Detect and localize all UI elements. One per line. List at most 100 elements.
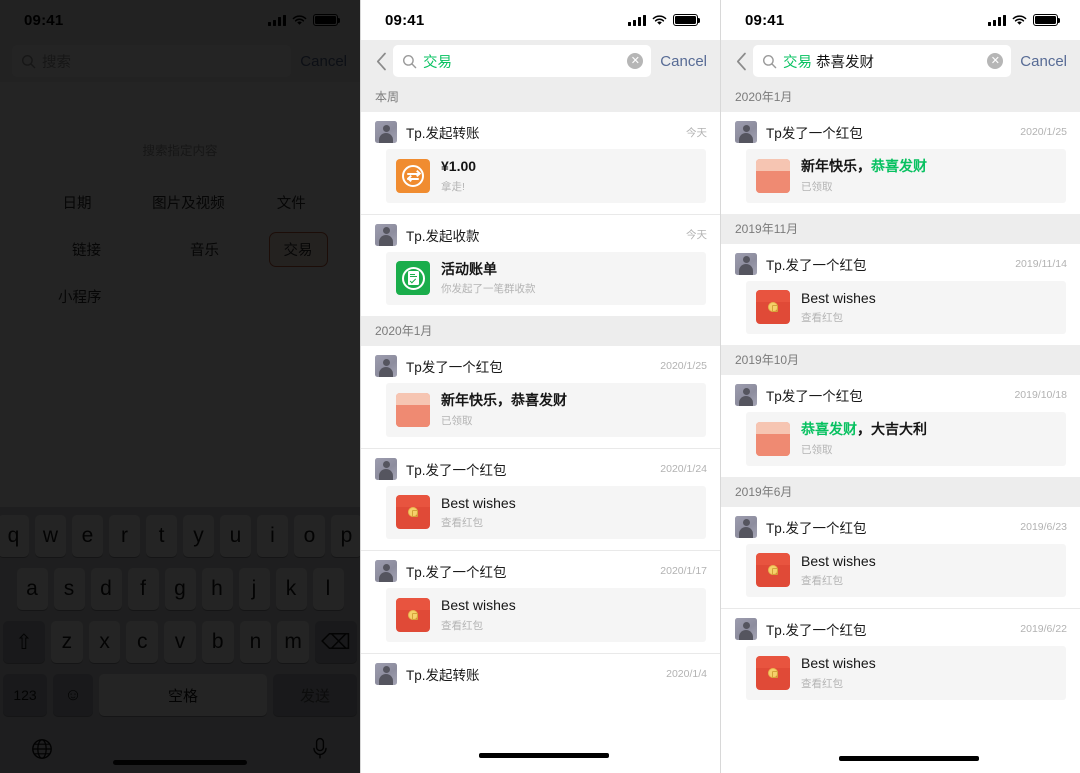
keyboard-row-4: 123 ☺ 空格 发送 [3,674,357,716]
result-date: 2020/1/17 [660,565,707,577]
filter-chip-transactions[interactable]: 交易 [268,232,328,267]
result-item[interactable]: Tp.发了一个红包 2019/6/22 Best wishes 查看红包 [721,608,1080,700]
card-subtitle: 已领取 [801,443,833,456]
cancel-button[interactable]: Cancel [291,53,350,70]
back-chevron-icon[interactable] [369,52,393,71]
card-title: Best wishes [801,289,876,306]
avatar [735,618,757,640]
key-r[interactable]: r [109,515,140,557]
result-item[interactable]: Tp.发了一个红包 2019/11/14 Best wishes 查看红包 [721,243,1080,334]
key-x[interactable]: x [88,621,121,663]
key-b[interactable]: b [201,621,234,663]
redpacket-icon [756,553,790,588]
clear-icon[interactable]: ✕ [627,53,644,69]
transaction-card[interactable]: 活动账单 你发起了一笔群收款 [386,251,706,305]
filter-row-3: 小程序 [26,279,334,314]
result-item[interactable]: Tp.发了一个红包 2020/1/24 Best wishes 查看红包 [361,447,720,539]
transaction-card[interactable]: 恭喜发财，大吉大利 已领取 [746,412,1066,466]
filter-chip-files[interactable]: 文件 [249,185,334,220]
space-key[interactable]: 空格 [99,674,267,716]
cancel-button[interactable]: Cancel [1011,53,1070,70]
result-item[interactable]: Tp发了一个红包 2019/10/18 恭喜发财，大吉大利 已领取 [721,375,1080,466]
key-s[interactable]: s [53,568,85,610]
search-keyword: 交易 [423,54,452,71]
transaction-card[interactable]: Best wishes 查看红包 [386,588,706,642]
search-input[interactable]: 搜索 [12,45,292,77]
clear-icon[interactable]: ✕ [987,53,1004,69]
key-k[interactable]: k [275,568,307,610]
card-title: Best wishes [441,494,516,511]
search-bar[interactable]: 交易 恭喜发财 ✕ Cancel [721,40,1080,82]
filter-chip-miniprograms[interactable]: 小程序 [44,279,116,314]
key-v[interactable]: v [164,621,196,663]
card-body: Best wishes 查看红包 [801,553,1056,589]
numbers-key[interactable]: 123 [3,674,47,716]
emoji-key-icon[interactable]: ☺ [53,674,93,716]
result-header: Tp.发了一个红包 2019/6/22 [721,609,1080,646]
filter-chip-date[interactable]: 日期 [26,185,128,220]
key-w[interactable]: w [35,515,66,557]
result-item[interactable]: Tp.发起收款 今天 活动账单 你发起了一笔群收款 [361,213,720,305]
transaction-card[interactable]: Best wishes 查看红包 [386,485,706,539]
key-m[interactable]: m [277,621,310,663]
key-j[interactable]: j [238,568,270,610]
filter-chip-music[interactable]: 音乐 [141,232,269,267]
transaction-card[interactable]: 新年快乐，恭喜发财 已领取 [746,149,1066,203]
key-z[interactable]: z [50,621,83,663]
result-item[interactable]: Tp.发起转账 今天 ¥1.00 拿走! [361,112,720,203]
back-chevron-icon[interactable] [729,52,753,71]
section-header: 2019年6月 [721,476,1080,507]
key-y[interactable]: y [183,515,214,557]
result-item[interactable]: Tp发了一个红包 2020/1/25 新年快乐，恭喜发财 已领取 [721,112,1080,203]
search-input[interactable]: 交易 恭喜发财 ✕ [753,45,1012,77]
transaction-card[interactable]: Best wishes 查看红包 [746,646,1066,700]
filter-chip-photos-videos[interactable]: 图片及视频 [128,185,249,220]
section-header: 2019年11月 [721,213,1080,244]
key-d[interactable]: d [90,568,122,610]
card-body: 新年快乐，恭喜发财 已领取 [801,158,1056,194]
key-g[interactable]: g [164,568,196,610]
key-h[interactable]: h [201,568,233,610]
result-item[interactable]: Tp.发起转账 2020/1/4 [361,652,720,691]
key-u[interactable]: u [220,515,251,557]
shift-key-icon[interactable]: ⇧ [2,621,45,663]
panel1-content: 09:41 搜索 Cancel 搜索指定内容 日期 图片及视频 文件 链接 音乐… [0,0,360,773]
key-e[interactable]: e [72,515,103,557]
key-c[interactable]: c [126,621,159,663]
key-n[interactable]: n [239,621,272,663]
key-t[interactable]: t [146,515,177,557]
card-title-keyword: 恭喜发财 [801,421,857,437]
key-o[interactable]: o [294,515,325,557]
avatar [375,121,397,143]
search-bar[interactable]: 交易 ✕ Cancel [361,40,720,82]
key-l[interactable]: l [312,568,344,610]
search-bar[interactable]: 搜索 Cancel [0,40,360,82]
card-subtitle: 查看红包 [801,575,843,587]
transaction-card[interactable]: 新年快乐，恭喜发财 已领取 [386,383,706,437]
key-q[interactable]: q [0,515,29,557]
key-i[interactable]: i [257,515,288,557]
transaction-card[interactable]: ¥1.00 拿走! [386,149,706,203]
status-indicators [268,14,341,26]
filter-panel: 搜索指定内容 日期 图片及视频 文件 链接 音乐 交易 小程序 [0,82,360,314]
cancel-button[interactable]: Cancel [651,53,710,70]
search-input[interactable]: 交易 ✕ [393,45,652,77]
key-p[interactable]: p [331,515,360,557]
transaction-card[interactable]: Best wishes 查看红包 [746,543,1066,597]
send-key[interactable]: 发送 [273,674,357,716]
microphone-icon[interactable] [311,737,329,766]
key-a[interactable]: a [16,568,48,610]
transaction-card[interactable]: Best wishes 查看红包 [746,280,1066,334]
virtual-keyboard[interactable]: q w e r t y u i o p a s d f g h j k l ⇧ … [0,507,360,773]
filter-chip-links[interactable]: 链接 [33,232,141,267]
card-body: 恭喜发财，大吉大利 已领取 [801,421,1056,457]
card-body: Best wishes 查看红包 [441,597,696,633]
result-item[interactable]: Tp.发了一个红包 2019/6/23 Best wishes 查看红包 [721,506,1080,597]
key-f[interactable]: f [127,568,159,610]
search-query-text: 交易 [423,51,621,72]
globe-icon[interactable] [31,738,53,765]
result-item[interactable]: Tp发了一个红包 2020/1/25 新年快乐，恭喜发财 已领取 [361,346,720,437]
backspace-key-icon[interactable]: ⌫ [315,621,358,663]
result-item[interactable]: Tp.发了一个红包 2020/1/17 Best wishes 查看红包 [361,550,720,642]
keyboard-row-1: q w e r t y u i o p [0,515,360,557]
